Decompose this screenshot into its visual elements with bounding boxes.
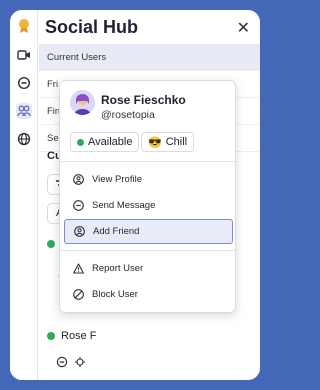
award-icon[interactable] xyxy=(16,18,32,34)
status-badge[interactable]: Available xyxy=(70,132,140,152)
status-label: Available xyxy=(88,136,133,148)
chat-bubble-icon xyxy=(73,200,84,211)
user-name: Rose F xyxy=(61,330,97,342)
add-user-icon xyxy=(74,226,85,237)
warning-icon xyxy=(73,263,84,274)
user-circle-icon xyxy=(73,174,84,185)
user-profile-popover: Rose Fieschko @rosetopia Available 😎 Chi… xyxy=(59,80,237,313)
menu-item-label: Send Message xyxy=(92,200,156,211)
report-user-menu-item[interactable]: Report User xyxy=(64,256,233,281)
nav-item-current-users[interactable]: Current Users xyxy=(39,44,260,71)
mood-badge[interactable]: 😎 Chill xyxy=(141,132,195,152)
user-row[interactable] xyxy=(47,240,55,248)
menu-item-label: Block User xyxy=(92,289,138,300)
divider xyxy=(60,161,237,162)
chat-icon[interactable] xyxy=(55,355,69,369)
send-message-menu-item[interactable]: Send Message xyxy=(64,193,233,218)
users-icon[interactable] xyxy=(16,103,32,119)
mood-emoji: 😎 xyxy=(148,136,162,149)
user-row[interactable]: Rose F xyxy=(47,330,96,342)
block-icon xyxy=(73,289,84,300)
online-status-dot xyxy=(47,240,55,248)
profile-name: Rose Fieschko xyxy=(101,93,186,107)
menu-item-label: Add Friend xyxy=(93,226,140,237)
close-icon[interactable]: ✕ xyxy=(237,18,250,38)
menu-item-label: View Profile xyxy=(92,174,142,185)
video-icon[interactable] xyxy=(16,47,32,63)
page-title: Social Hub xyxy=(45,17,139,37)
menu-item-label: Report User xyxy=(92,263,144,274)
online-status-dot xyxy=(77,138,84,146)
divider xyxy=(60,250,237,251)
profile-handle: @rosetopia xyxy=(101,109,155,121)
side-rail xyxy=(10,10,38,380)
globe-icon[interactable] xyxy=(16,131,32,147)
mood-label: Chill xyxy=(165,136,188,148)
sparkle-icon[interactable] xyxy=(73,355,87,369)
online-status-dot xyxy=(47,332,55,340)
chat-icon[interactable] xyxy=(16,75,32,91)
avatar xyxy=(70,90,95,115)
add-friend-menu-item[interactable]: Add Friend xyxy=(64,219,233,244)
block-user-menu-item[interactable]: Block User xyxy=(64,282,233,307)
view-profile-menu-item[interactable]: View Profile xyxy=(64,167,233,192)
